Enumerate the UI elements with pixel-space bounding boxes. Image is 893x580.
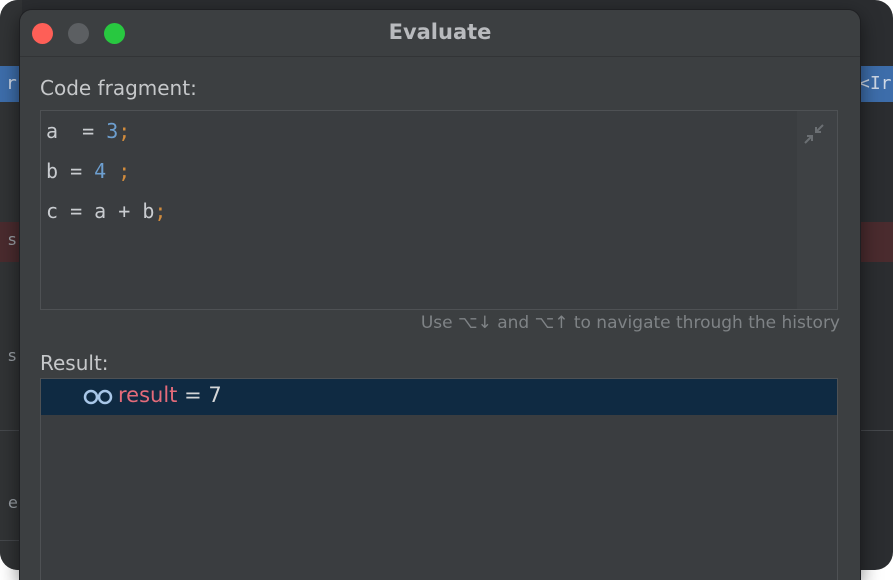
result-variable-name: result bbox=[118, 383, 178, 407]
code-line: c = a + b; bbox=[46, 199, 167, 223]
result-row-selected[interactable]: result = 7 bbox=[41, 379, 837, 415]
code-line: b = 4 ; bbox=[46, 159, 131, 183]
code-line: a = 3; bbox=[46, 119, 131, 143]
background-error-highlight-right bbox=[859, 222, 893, 262]
history-hint: Use ⌥↓ and ⌥↑ to navigate through the hi… bbox=[420, 313, 840, 333]
result-entry: result = 7 bbox=[118, 383, 222, 407]
dialog-title: Evaluate bbox=[388, 20, 492, 44]
result-value: 7 bbox=[208, 383, 222, 407]
collapse-icon[interactable] bbox=[803, 123, 825, 145]
background-glyph: s bbox=[8, 346, 17, 365]
evaluate-dialog: Evaluate Code fragment: a = 3; b = 4 ; c… bbox=[20, 10, 860, 580]
result-label: Result: bbox=[40, 351, 109, 375]
result-tree[interactable]: result = 7 bbox=[40, 378, 838, 580]
code-fragment-label: Code fragment: bbox=[40, 76, 197, 100]
background-divider bbox=[0, 540, 22, 541]
background-error-highlight-left: s bbox=[0, 222, 22, 262]
code-fragment-editor[interactable]: a = 3; b = 4 ; c = a + b; bbox=[40, 110, 838, 310]
background-glyph: s bbox=[8, 230, 17, 249]
result-equals: = bbox=[177, 383, 209, 407]
editor-right-gutter bbox=[797, 111, 837, 309]
watch-glasses-icon bbox=[83, 389, 113, 405]
background-divider bbox=[0, 430, 22, 431]
background-glyph: e bbox=[8, 493, 18, 512]
background-divider bbox=[859, 430, 893, 431]
dialog-titlebar: Evaluate bbox=[20, 10, 860, 57]
background-left-tab: r bbox=[0, 66, 22, 102]
background-right-tab: <Ir bbox=[859, 66, 893, 102]
